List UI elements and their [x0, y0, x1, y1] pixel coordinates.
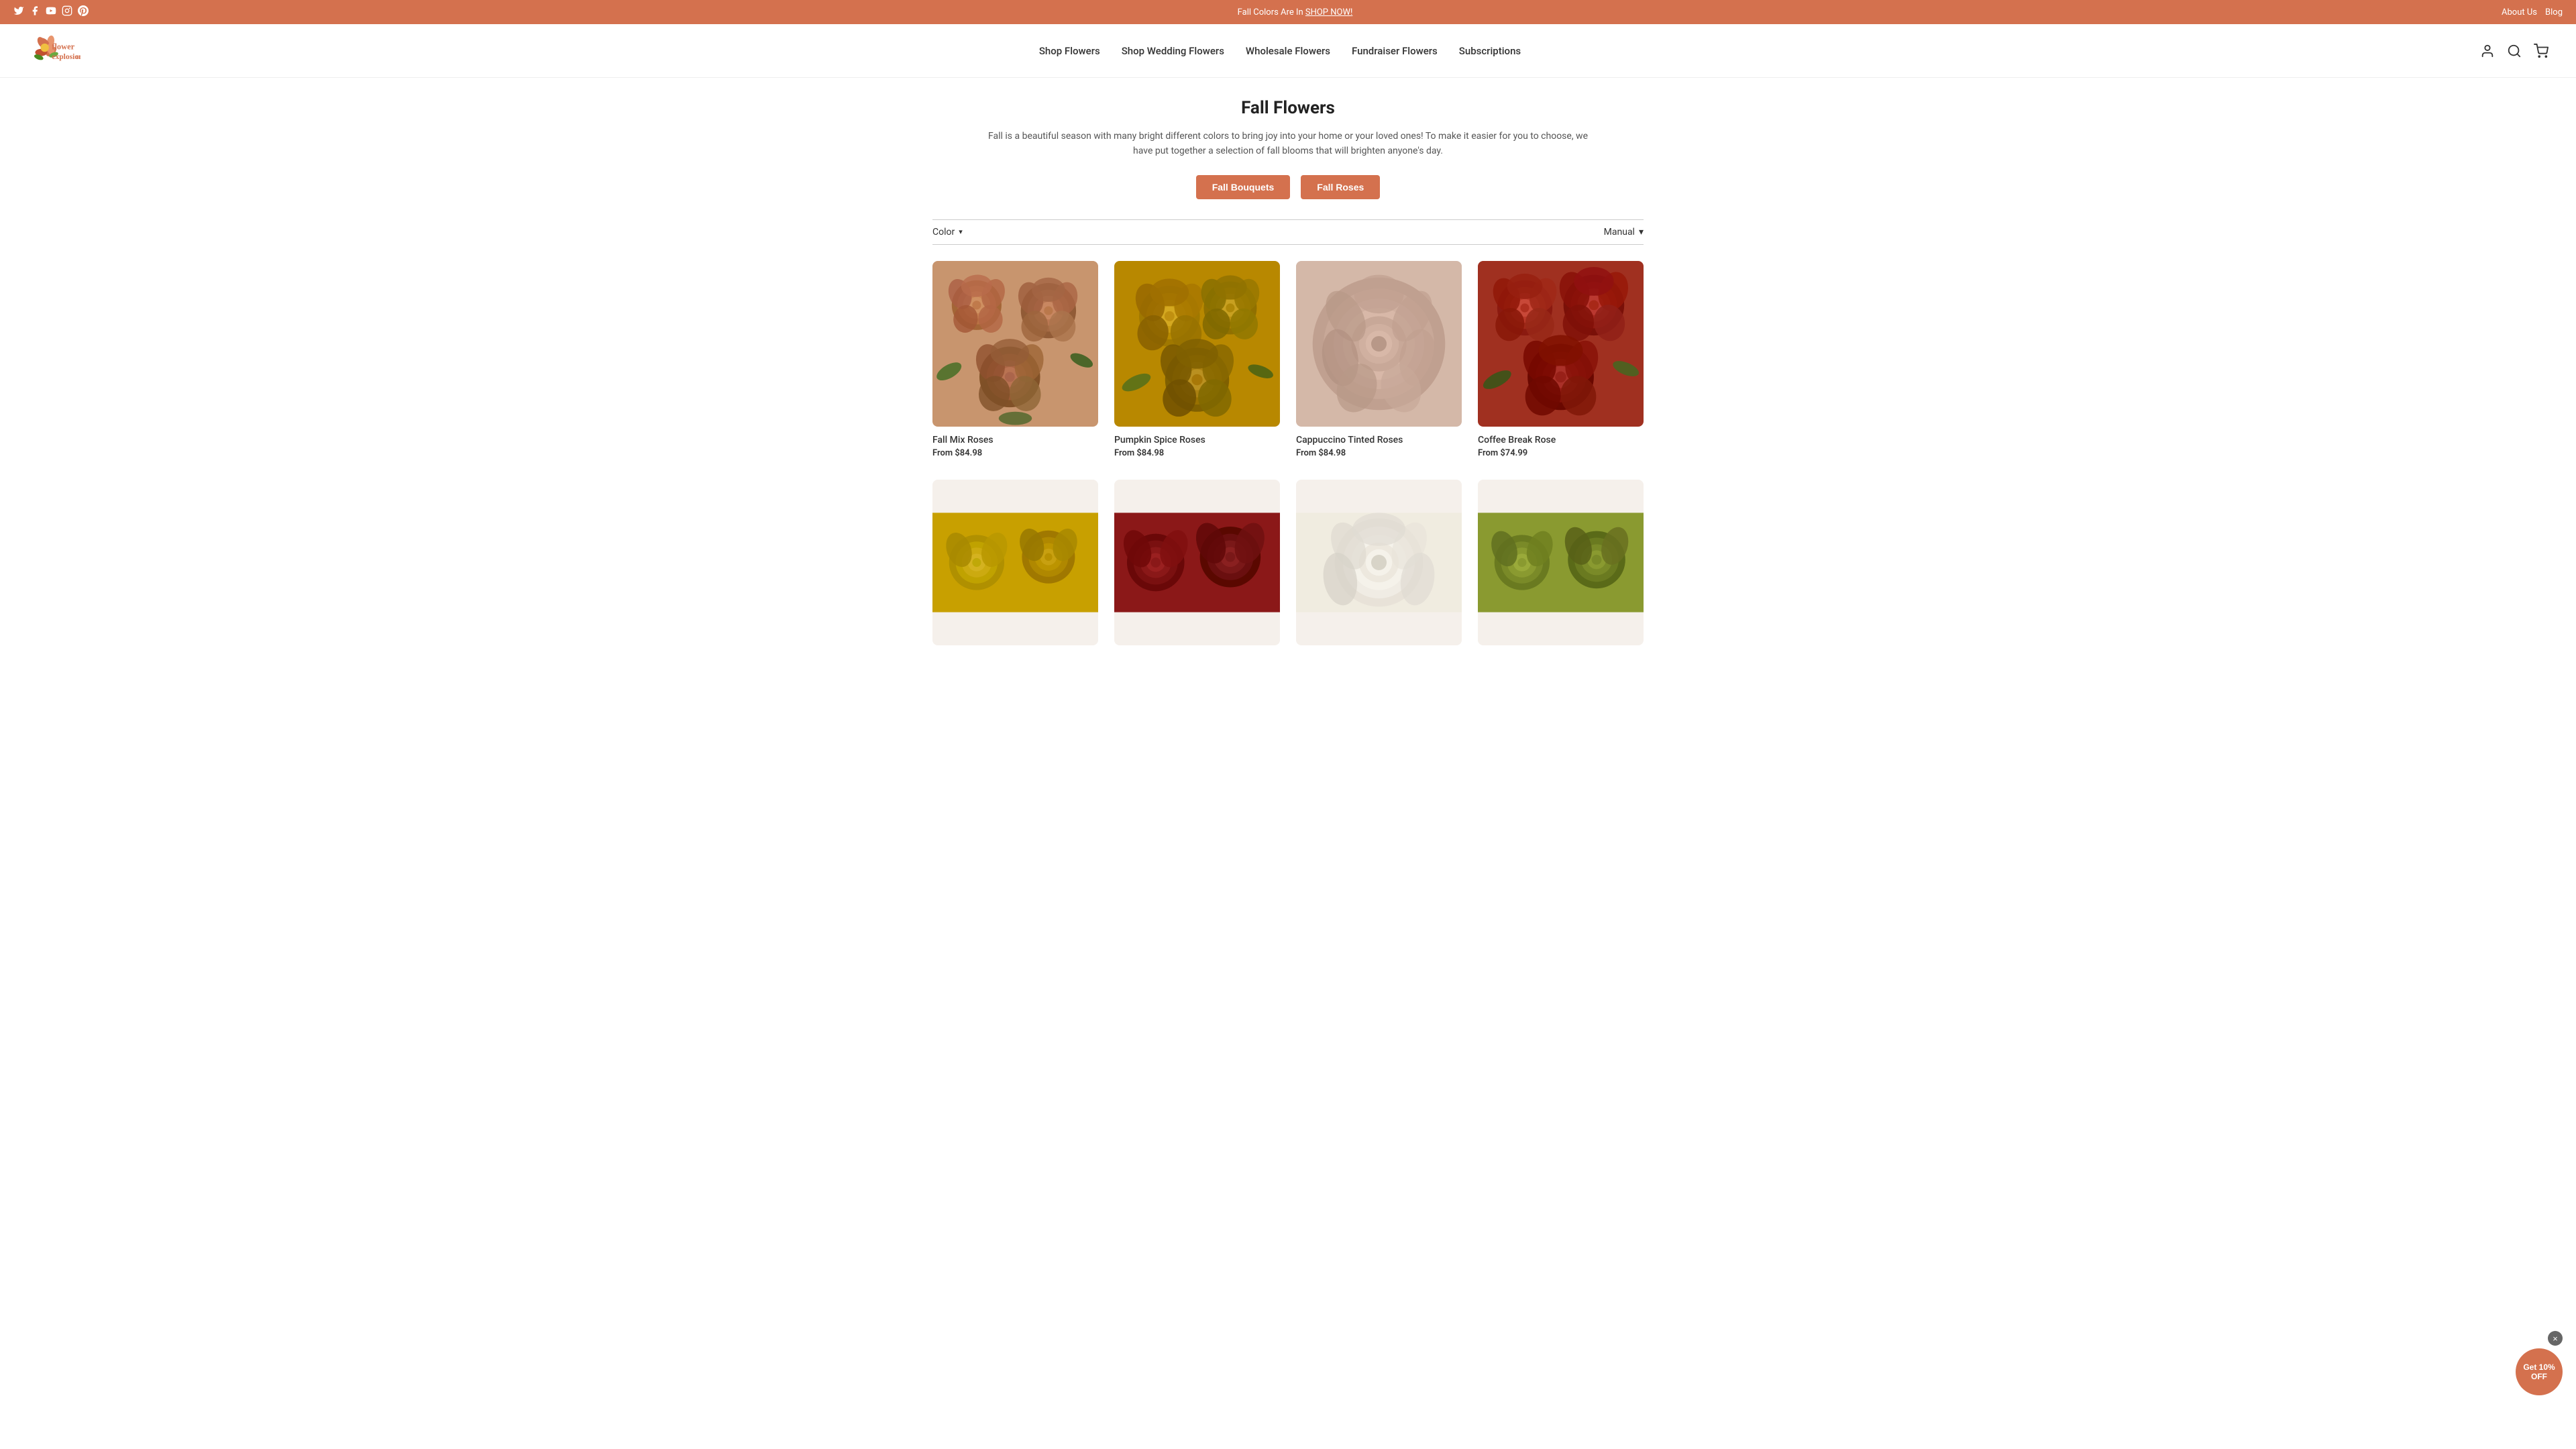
banner-text: Fall Colors Are In SHOP NOW! — [89, 7, 2502, 17]
product-card-7[interactable] — [1296, 480, 1462, 653]
product-image-3 — [1296, 261, 1462, 427]
sort-select[interactable]: Manual ▾ — [1604, 227, 1644, 237]
svg-text:®: ® — [76, 54, 80, 60]
color-filter-label: Color — [932, 227, 955, 237]
product-image-1 — [932, 261, 1098, 427]
product-price-4: From $74.99 — [1478, 448, 1644, 458]
top-banner: Fall Colors Are In SHOP NOW! About Us Bl… — [0, 0, 2576, 24]
discount-container: × Get 10%OFF — [2516, 1331, 2563, 1395]
product-image-5 — [932, 480, 1098, 645]
sort-label: Manual — [1604, 227, 1635, 237]
account-icon[interactable] — [2479, 43, 2496, 59]
discount-close-btn[interactable]: × — [2548, 1331, 2563, 1346]
product-image-4 — [1478, 261, 1644, 427]
nav-subscriptions[interactable]: Subscriptions — [1459, 45, 1521, 57]
product-price-2: From $84.98 — [1114, 448, 1280, 458]
youtube-icon[interactable] — [46, 5, 56, 19]
social-icons-container — [13, 5, 89, 19]
product-name-4: Coffee Break Rose — [1478, 435, 1644, 445]
nav-shop-flowers[interactable]: Shop Flowers — [1039, 45, 1100, 57]
nav-fundraiser[interactable]: Fundraiser Flowers — [1352, 45, 1438, 57]
product-card-5[interactable] — [932, 480, 1098, 653]
filter-bar: Color ▾ Manual ▾ — [932, 219, 1644, 245]
main-nav: Shop Flowers Shop Wedding Flowers Wholes… — [1039, 45, 1521, 57]
product-image-2 — [1114, 261, 1280, 427]
page-description: Fall is a beautiful season with many bri… — [986, 129, 1590, 159]
svg-text:flower: flower — [52, 42, 74, 52]
product-card-4[interactable]: Coffee Break Rose From $74.99 — [1478, 261, 1644, 458]
product-price-3: From $84.98 — [1296, 448, 1462, 458]
product-image-7 — [1296, 480, 1462, 645]
product-card-6[interactable] — [1114, 480, 1280, 653]
product-card-2[interactable]: Pumpkin Spice Roses From $84.98 — [1114, 261, 1280, 458]
discount-btn[interactable]: Get 10%OFF — [2516, 1348, 2563, 1395]
cta-buttons: Fall Bouquets Fall Roses — [932, 175, 1644, 199]
page-title: Fall Flowers — [932, 98, 1644, 118]
header-icons — [2479, 43, 2549, 59]
product-name-3: Cappuccino Tinted Roses — [1296, 435, 1462, 445]
search-icon[interactable] — [2506, 43, 2522, 59]
logo[interactable]: flower explosion ® — [27, 32, 80, 69]
cart-icon[interactable] — [2533, 43, 2549, 59]
color-filter[interactable]: Color ▾ — [932, 227, 963, 237]
product-price-1: From $84.98 — [932, 448, 1098, 458]
product-card-1[interactable]: Fall Mix Roses From $84.98 — [932, 261, 1098, 458]
instagram-icon[interactable] — [62, 5, 72, 19]
facebook-icon[interactable] — [30, 5, 40, 19]
product-card-3[interactable]: Cappuccino Tinted Roses From $84.98 — [1296, 261, 1462, 458]
about-us-link[interactable]: About Us — [2502, 7, 2537, 17]
pinterest-icon[interactable] — [78, 5, 89, 19]
product-name-1: Fall Mix Roses — [932, 435, 1098, 445]
product-image-8 — [1478, 480, 1644, 645]
fall-roses-btn[interactable]: Fall Roses — [1301, 175, 1380, 199]
product-name-2: Pumpkin Spice Roses — [1114, 435, 1280, 445]
page-content: Fall Flowers Fall is a beautiful season … — [919, 78, 1657, 674]
nav-wholesale[interactable]: Wholesale Flowers — [1246, 45, 1330, 57]
sort-chevron: ▾ — [1639, 227, 1644, 237]
twitter-icon[interactable] — [13, 5, 24, 19]
product-grid-row2 — [932, 480, 1644, 653]
nav-shop-wedding[interactable]: Shop Wedding Flowers — [1122, 45, 1224, 57]
discount-label: Get 10%OFF — [2523, 1362, 2555, 1381]
banner-shop-link[interactable]: SHOP NOW! — [1305, 7, 1352, 17]
color-filter-chevron: ▾ — [959, 227, 963, 236]
product-image-6 — [1114, 480, 1280, 645]
product-grid: Fall Mix Roses From $84.98 — [932, 261, 1644, 458]
blog-link[interactable]: Blog — [2545, 7, 2563, 17]
product-card-8[interactable] — [1478, 480, 1644, 653]
site-header: flower explosion ® Shop Flowers Shop Wed… — [0, 24, 2576, 78]
fall-bouquets-btn[interactable]: Fall Bouquets — [1196, 175, 1291, 199]
top-links: About Us Blog — [2502, 7, 2563, 17]
